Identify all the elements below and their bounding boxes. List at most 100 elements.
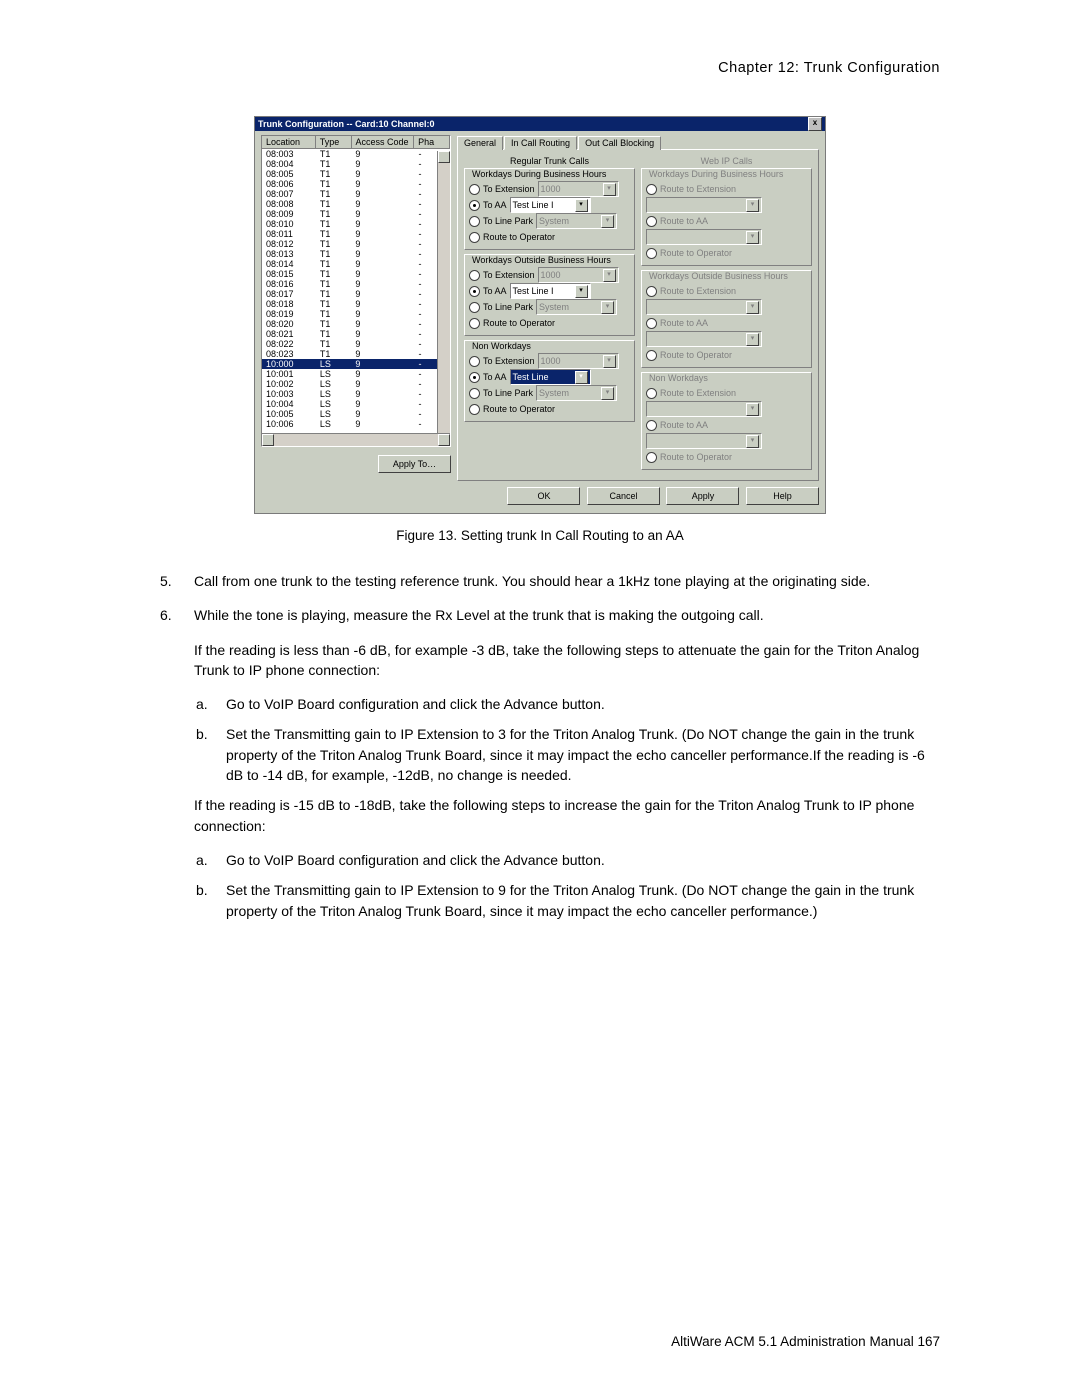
table-row[interactable]: 08:017T19-	[262, 289, 450, 299]
table-row[interactable]: 08:003T19-	[262, 149, 450, 159]
col-pha[interactable]: Pha	[414, 136, 450, 148]
chevron-down-icon[interactable]: ▾	[575, 199, 588, 212]
web-ip-calls-title: Web IP Calls	[641, 156, 812, 166]
table-row[interactable]: 08:019T19-	[262, 309, 450, 319]
tab-out-call-blocking[interactable]: Out Call Blocking	[578, 136, 661, 150]
table-row[interactable]: 10:003LS9-	[262, 389, 450, 399]
table-row[interactable]: 10:006LS9-	[262, 419, 450, 429]
radio-route-operator	[646, 248, 657, 259]
dialog-title: Trunk Configuration -- Card:10 Channel:0	[258, 117, 435, 131]
help-button[interactable]: Help	[746, 487, 819, 505]
radio-to-extension[interactable]	[469, 356, 480, 367]
close-icon[interactable]: x	[808, 117, 822, 131]
group-ip-wobh: Workdays Outside Business Hours Route to…	[641, 270, 812, 368]
in-call-routing-panel: Regular Trunk Calls Workdays During Busi…	[457, 149, 819, 481]
step-text: Call from one trunk to the testing refer…	[194, 571, 870, 591]
radio-to-line-park[interactable]	[469, 302, 480, 313]
combo-lp[interactable]: System▾	[536, 385, 617, 401]
table-row[interactable]: 08:023T19-	[262, 349, 450, 359]
col-access-code[interactable]: Access Code	[352, 136, 415, 148]
label-to-line-park: To Line Park	[483, 216, 533, 226]
ok-button[interactable]: OK	[507, 487, 580, 505]
table-row[interactable]: 08:007T19-	[262, 189, 450, 199]
step-5: 5. Call from one trunk to the testing re…	[160, 571, 940, 591]
radio-to-operator[interactable]	[469, 318, 480, 329]
chevron-down-icon[interactable]: ▾	[603, 269, 616, 282]
substep-a: a. Go to VoIP Board configuration and cl…	[196, 850, 940, 870]
chevron-down-icon[interactable]: ▾	[575, 285, 588, 298]
table-row[interactable]: 08:011T19-	[262, 229, 450, 239]
radio-to-extension[interactable]	[469, 184, 480, 195]
radio-to-line-park[interactable]	[469, 216, 480, 227]
trunk-config-dialog: Trunk Configuration -- Card:10 Channel:0…	[254, 116, 826, 514]
label-to-aa: To AA	[483, 200, 507, 210]
table-row[interactable]: 10:004LS9-	[262, 399, 450, 409]
radio-to-extension[interactable]	[469, 270, 480, 281]
table-row[interactable]: 08:020T19-	[262, 319, 450, 329]
chevron-down-icon[interactable]: ▾	[603, 183, 616, 196]
apply-to-button[interactable]: Apply To…	[378, 455, 451, 473]
titlebar: Trunk Configuration -- Card:10 Channel:0…	[255, 117, 825, 131]
hscrollbar[interactable]	[262, 433, 450, 446]
table-row[interactable]: 08:015T19-	[262, 269, 450, 279]
vscrollbar[interactable]	[437, 151, 450, 446]
combo-ext[interactable]: 1000▾	[538, 181, 619, 197]
group-wobh-title: Workdays Outside Business Hours	[469, 255, 614, 265]
tab-general[interactable]: General	[457, 136, 503, 150]
step-number: 5.	[160, 571, 194, 591]
col-type[interactable]: Type	[316, 136, 352, 148]
trunk-list[interactable]: Location Type Access Code Pha 08:003T19-…	[261, 135, 451, 447]
chevron-down-icon[interactable]: ▾	[575, 371, 588, 384]
chevron-down-icon[interactable]: ▾	[601, 387, 614, 400]
radio-route-aa	[646, 216, 657, 227]
table-row[interactable]: 08:014T19-	[262, 259, 450, 269]
group-wdbh: Workdays During Business Hours To Extens…	[464, 168, 635, 250]
combo-aa[interactable]: Test Line▾	[510, 369, 591, 385]
table-row[interactable]: 08:009T19-	[262, 209, 450, 219]
combo-ext[interactable]: 1000▾	[538, 353, 619, 369]
radio-to-line-park[interactable]	[469, 388, 480, 399]
radio-to-aa[interactable]	[469, 200, 480, 211]
radio-to-operator[interactable]	[469, 232, 480, 243]
tab-in-call-routing[interactable]: In Call Routing	[504, 136, 577, 150]
table-row[interactable]: 08:021T19-	[262, 329, 450, 339]
radio-to-operator[interactable]	[469, 404, 480, 415]
table-row[interactable]: 08:018T19-	[262, 299, 450, 309]
regular-trunk-calls-title: Regular Trunk Calls	[464, 156, 635, 166]
group-wdbh-title: Workdays During Business Hours	[469, 169, 609, 179]
combo-lp[interactable]: System▾	[536, 213, 617, 229]
table-row[interactable]: 10:005LS9-	[262, 409, 450, 419]
cancel-button[interactable]: Cancel	[587, 487, 660, 505]
paragraph: If the reading is less than -6 dB, for e…	[194, 640, 940, 681]
table-row[interactable]: 08:005T19-	[262, 169, 450, 179]
radio-route-extension	[646, 184, 657, 195]
table-row[interactable]: 08:008T19-	[262, 199, 450, 209]
chevron-down-icon[interactable]: ▾	[601, 215, 614, 228]
chevron-down-icon: ▾	[746, 403, 759, 416]
group-nw: Non Workdays To Extension1000▾ To AATest…	[464, 340, 635, 422]
col-location[interactable]: Location	[262, 136, 316, 148]
table-row[interactable]: 08:016T19-	[262, 279, 450, 289]
table-row[interactable]: 08:004T19-	[262, 159, 450, 169]
combo-aa[interactable]: Test Line I▾	[510, 283, 591, 299]
table-row[interactable]: 08:022T19-	[262, 339, 450, 349]
table-row[interactable]: 08:010T19-	[262, 219, 450, 229]
apply-button[interactable]: Apply	[666, 487, 739, 505]
radio-to-aa[interactable]	[469, 372, 480, 383]
table-row[interactable]: 08:012T19-	[262, 239, 450, 249]
chevron-down-icon: ▾	[746, 333, 759, 346]
table-row[interactable]: 10:002LS9-	[262, 379, 450, 389]
table-row[interactable]: 08:006T19-	[262, 179, 450, 189]
combo-lp[interactable]: System▾	[536, 299, 617, 315]
chevron-down-icon[interactable]: ▾	[603, 355, 616, 368]
radio-to-aa[interactable]	[469, 286, 480, 297]
combo-ext[interactable]: 1000▾	[538, 267, 619, 283]
table-row[interactable]: 10:000LS9-	[262, 359, 450, 369]
combo-aa[interactable]: Test Line I▾	[510, 197, 591, 213]
combo-ip: ▾	[646, 197, 762, 213]
chevron-down-icon: ▾	[746, 301, 759, 314]
chevron-down-icon[interactable]: ▾	[601, 301, 614, 314]
table-row[interactable]: 10:001LS9-	[262, 369, 450, 379]
table-row[interactable]: 08:013T19-	[262, 249, 450, 259]
dialog-button-row: OK Cancel Apply Help	[457, 481, 819, 505]
